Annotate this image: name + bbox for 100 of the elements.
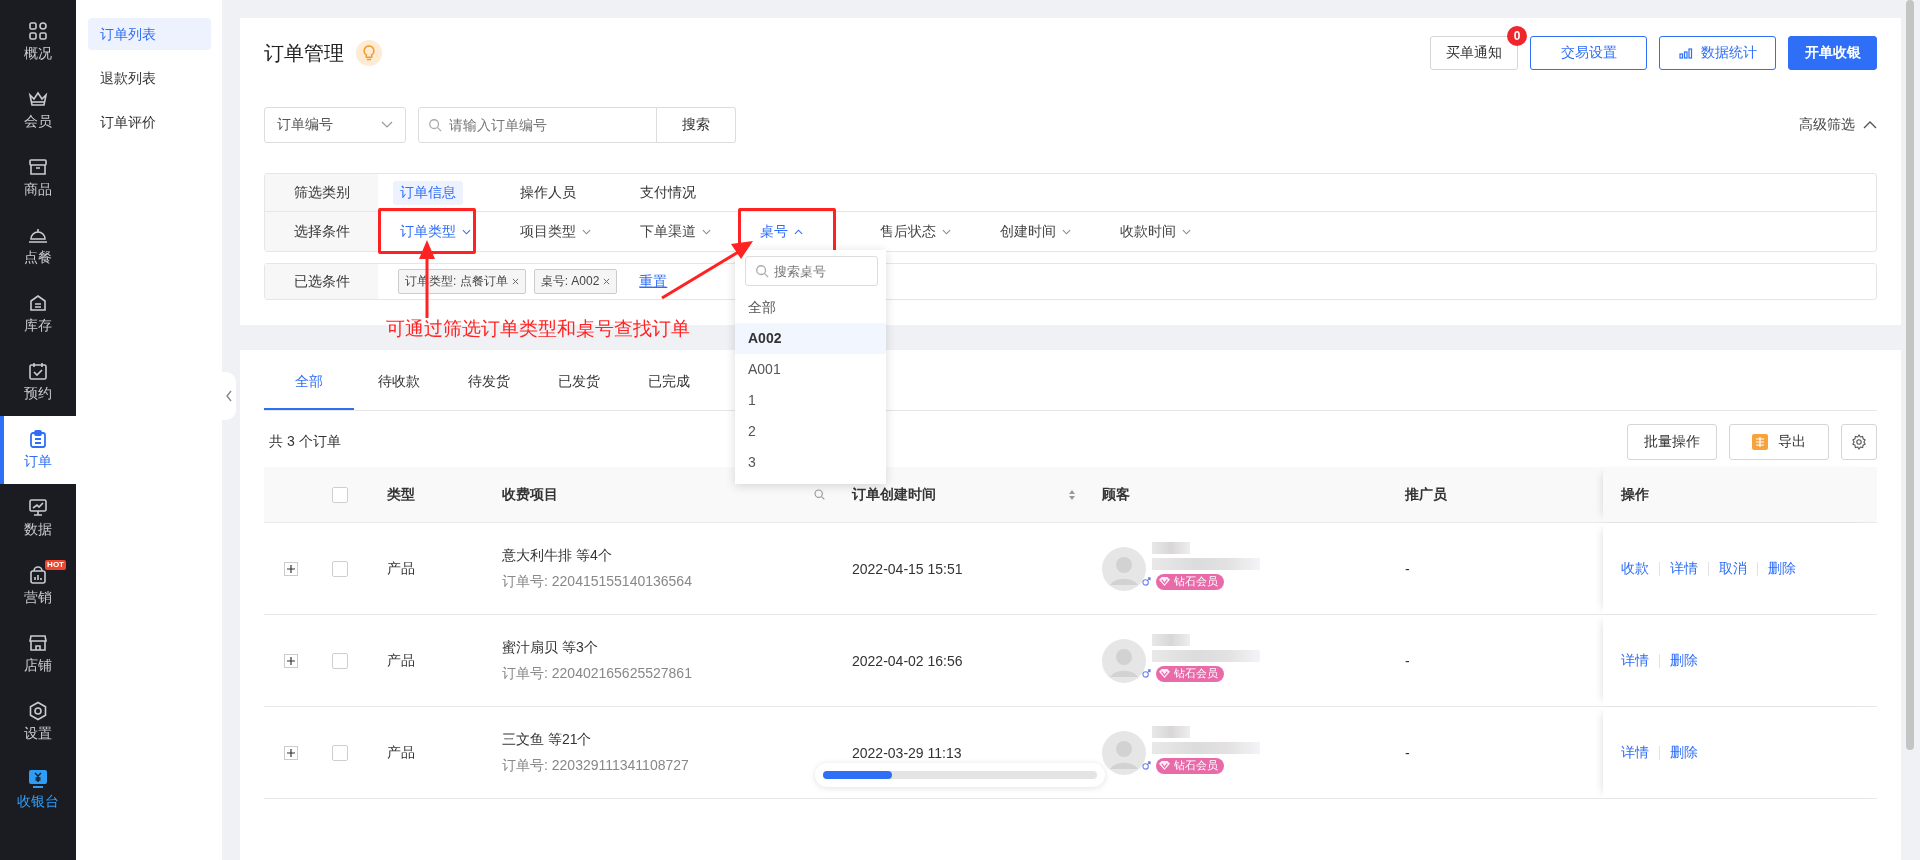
dropdown-option[interactable]: 3 [735,447,886,478]
row-checkbox[interactable] [332,744,348,761]
nav-item[interactable]: 数据 [0,484,76,552]
category-tab[interactable]: 订单信息 [393,180,463,205]
nav-item[interactable]: 预约 [0,348,76,416]
condition-dropdown[interactable]: 订单类型 [393,222,471,241]
settings-button[interactable] [1841,424,1877,460]
search-icon [755,264,769,278]
table-cell: - [1405,560,1410,577]
category-tab[interactable]: 支付情况 [633,180,703,205]
nav-item[interactable]: 订单 [0,416,76,484]
column-header: 类型 [387,485,415,504]
order-number: 订单号: 220402165625527861 [502,664,692,683]
dropdown-search-field[interactable]: 搜索桌号 [745,256,878,286]
expand-button[interactable] [284,561,298,576]
dropdown-option[interactable]: 2 [735,416,886,447]
condition-dropdown[interactable]: 下单渠道 [633,222,711,241]
caret-icon [462,228,471,235]
submenu-item[interactable]: 订单评价 [88,106,211,138]
condition-dropdown[interactable]: 创建时间 [993,222,1071,241]
header-button[interactable]: 数据统计 [1659,36,1776,70]
calendar-icon [28,361,48,381]
close-icon[interactable] [603,278,611,285]
action-link[interactable]: 删除 [1768,559,1796,578]
action-link[interactable]: 收款 [1621,559,1649,578]
row-checkbox[interactable] [332,560,348,577]
male-icon [1142,669,1151,678]
status-tab[interactable]: 待发货 [444,350,534,410]
search-field[interactable]: 请输入订单编号 [418,107,657,143]
sort-icon[interactable] [1068,488,1076,501]
condition-dropdown[interactable]: 售后状态 [873,222,951,241]
nav-item[interactable]: 商品 [0,144,76,212]
batch-button[interactable]: 批量操作 [1627,424,1717,460]
item-summary: 意大利牛排 等4个 [502,546,612,565]
action-link[interactable]: 取消 [1719,559,1747,578]
action-link[interactable]: 删除 [1670,651,1698,670]
avatar-icon [1102,546,1146,591]
scrollbar-thumb[interactable] [1906,0,1914,750]
dropdown-option[interactable]: A001 [735,354,886,385]
table-cell: 2022-04-02 16:56 [852,652,963,669]
nav-item[interactable]: 收银台 [0,756,76,824]
dropdown-option[interactable]: 1 [735,385,886,416]
dropdown-option[interactable]: 全部 [735,292,886,323]
nav-item[interactable]: 点餐 [0,212,76,280]
column-header: 操作 [1621,485,1649,504]
clipboard-icon [28,429,48,449]
item-summary: 蜜汁扇贝 等3个 [502,638,598,657]
header-button[interactable]: 开单收银 [1788,36,1877,70]
status-tab[interactable]: 待收款 [354,350,444,410]
lightbulb-icon [356,40,382,66]
caret-icon [1863,121,1877,129]
dropdown-option[interactable]: A002 [735,323,886,354]
house-icon [28,293,48,313]
select-all-checkbox[interactable] [332,486,348,503]
grid-icon [28,21,48,41]
page-title: 订单管理 [264,40,344,66]
search-icon[interactable] [813,488,826,501]
filter-tag: 桌号: A002 [533,269,618,294]
category-tab[interactable]: 操作人员 [513,180,583,205]
nav-item[interactable]: 店铺 [0,620,76,688]
cashier-icon [28,769,48,789]
submenu-item[interactable]: 订单列表 [88,18,211,50]
action-link[interactable]: 详情 [1621,743,1649,762]
condition-dropdown[interactable]: 桌号 [753,222,803,241]
nav-item[interactable]: 会员 [0,76,76,144]
nav-item[interactable]: HOT 营销 [0,552,76,620]
nav-item[interactable]: 库存 [0,280,76,348]
field-select[interactable]: 订单编号 [264,107,406,143]
count-badge: 0 [1507,26,1527,46]
column-header: 推广员 [1405,485,1447,504]
monitor-icon [28,497,48,517]
condition-dropdown[interactable]: 项目类型 [513,222,591,241]
advanced-filter-toggle[interactable]: 高级筛选 [1799,116,1877,134]
status-tab[interactable]: 已发货 [534,350,624,410]
close-icon[interactable] [511,278,519,285]
condition-dropdown[interactable]: 收款时间 [1113,222,1191,241]
row-checkbox[interactable] [332,652,348,669]
status-tab[interactable]: 全部 [264,350,354,410]
status-tab[interactable]: 已完成 [624,350,714,410]
male-icon [1142,577,1151,586]
action-link[interactable]: 删除 [1670,743,1698,762]
caret-icon [1182,228,1191,235]
table-cell: - [1405,652,1410,669]
chart-icon [28,565,48,585]
column-header: 顾客 [1102,485,1130,504]
action-link[interactable]: 详情 [1621,651,1649,670]
caret-icon [1062,228,1071,235]
nav-item[interactable]: 设置 [0,688,76,756]
export-button[interactable]: 导出 [1729,424,1829,460]
nav-item[interactable]: 概况 [0,8,76,76]
action-link[interactable]: 详情 [1670,559,1698,578]
collapse-handle[interactable] [222,372,236,420]
male-icon [1142,761,1151,770]
reset-link[interactable]: 重置 [639,272,668,291]
expand-button[interactable] [284,653,298,668]
caret-icon [582,228,591,235]
search-button[interactable]: 搜索 [657,107,736,143]
submenu-item[interactable]: 退款列表 [88,62,211,94]
expand-button[interactable] [284,745,298,760]
header-button[interactable]: 交易设置 [1530,36,1647,70]
